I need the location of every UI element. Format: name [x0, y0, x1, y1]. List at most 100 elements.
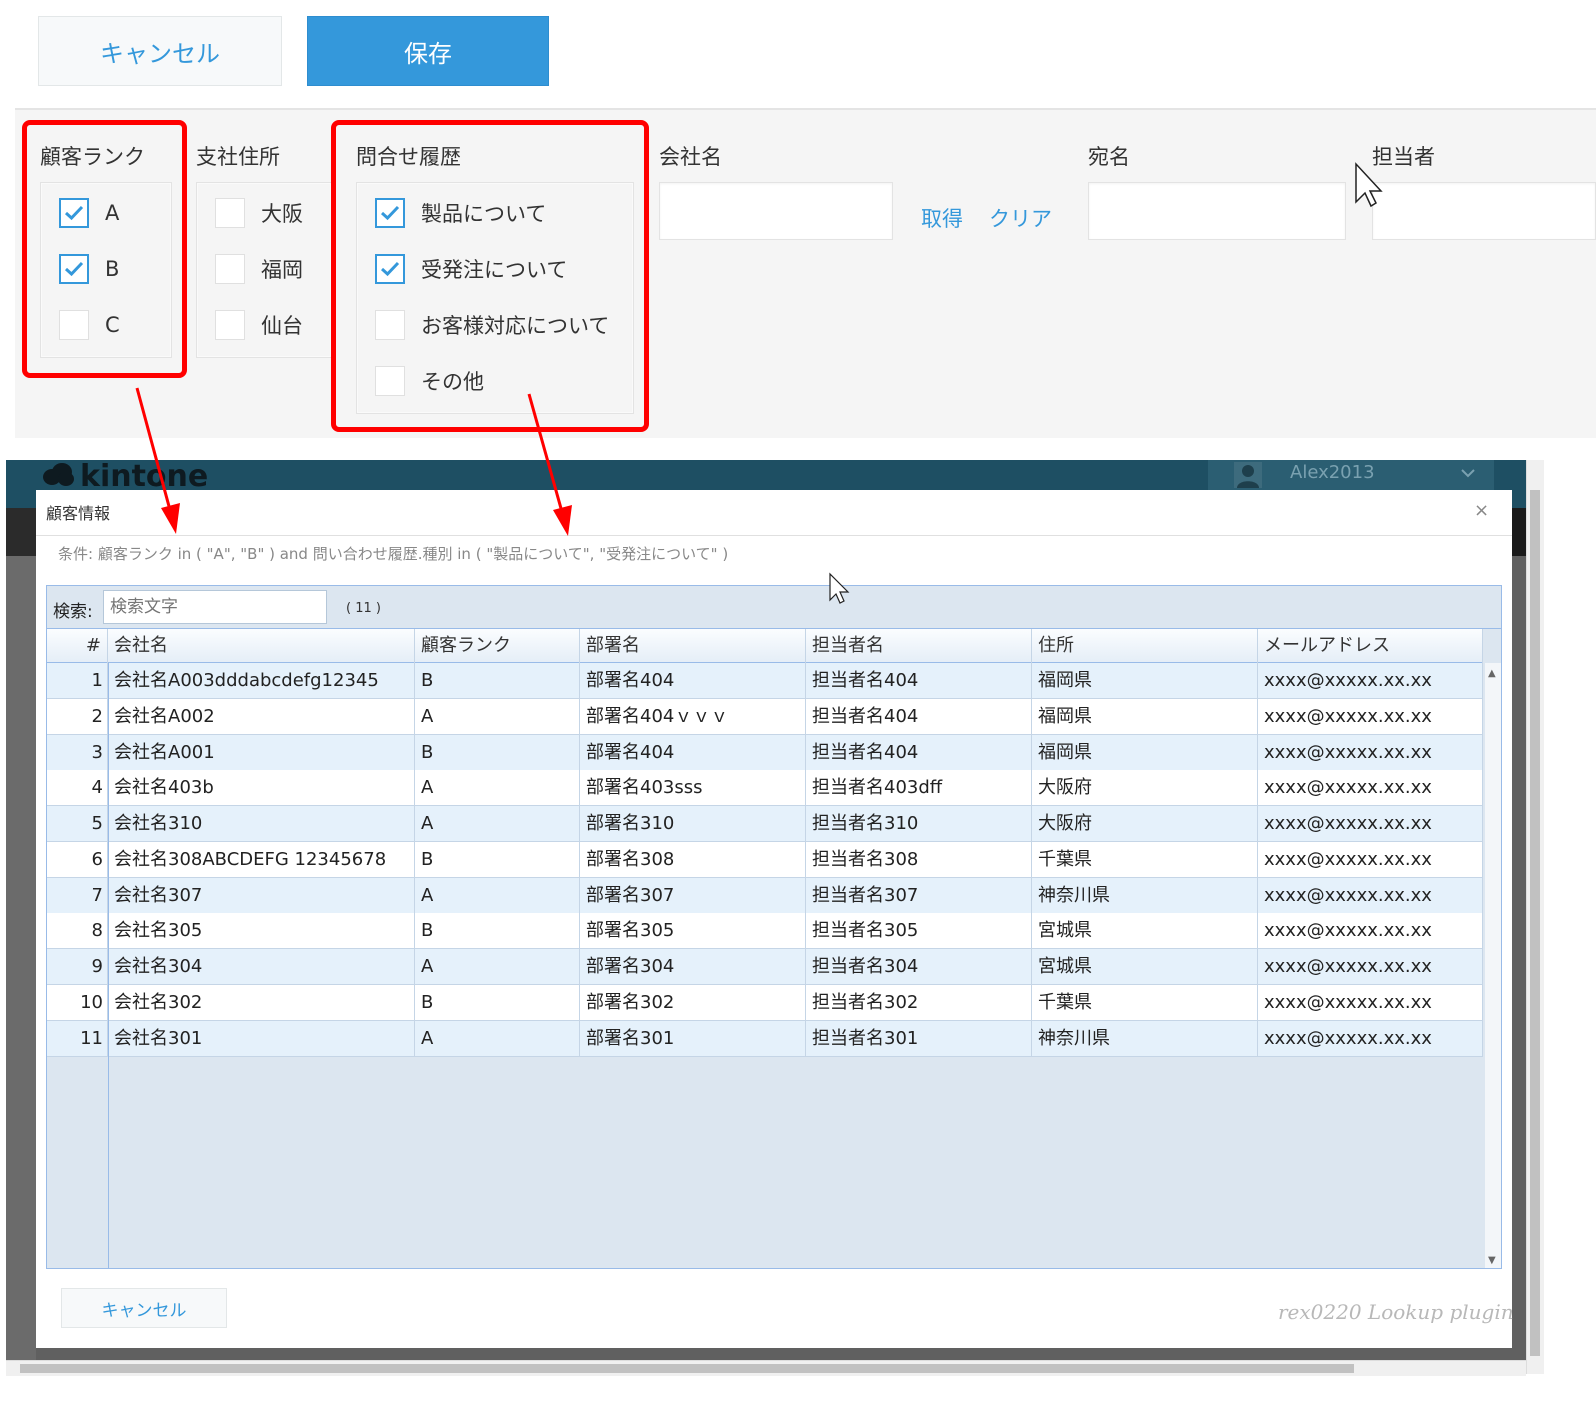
cell-department: 部署名304 — [580, 949, 806, 984]
branch-option-osaka[interactable]: 大阪 — [215, 197, 303, 229]
option-label: 受発注について — [421, 258, 568, 282]
checkbox[interactable] — [215, 310, 245, 340]
cell-email: xxxx@xxxxx.xx.xx — [1258, 984, 1483, 1020]
check-icon — [380, 205, 400, 221]
customer-rank-option-b[interactable]: B — [59, 253, 119, 285]
cell-index: 4 — [47, 770, 108, 806]
company-name-input[interactable] — [659, 182, 893, 240]
cell-rank: A — [415, 698, 580, 734]
app-right-strip — [1512, 508, 1526, 556]
cell-rank: B — [415, 841, 580, 877]
cell-department: 部署名404ｖｖｖ — [580, 698, 806, 734]
cell-index: 5 — [47, 806, 108, 841]
search-input[interactable] — [103, 590, 327, 624]
inquiry-option-other[interactable]: その他 — [375, 365, 484, 397]
checkbox[interactable] — [375, 366, 405, 396]
table-row[interactable]: 11 会社名301 A 部署名301 担当者名301 神奈川県 xxxx@xxxxx.xx.… — [47, 1020, 1483, 1057]
cell-address: 神奈川県 — [1032, 877, 1258, 913]
cell-department: 部署名305 — [580, 913, 806, 949]
table-row[interactable]: 5 会社名310 A 部署名310 担当者名310 大阪府 xxxx@xxxxx.xx.xx — [47, 806, 1483, 842]
clear-link[interactable]: クリア — [989, 203, 1052, 233]
grid-vertical-scrollbar[interactable] — [1484, 663, 1501, 1268]
column-header-company[interactable]: 会社名 — [108, 629, 415, 663]
table-row[interactable]: 1 会社名A003dddabcdefg12345 B 部署名404 担当者名404 福岡県… — [47, 663, 1483, 699]
cell-department: 部署名302 — [580, 984, 806, 1020]
branch-option-fukuoka[interactable]: 福岡 — [215, 253, 303, 285]
checkbox[interactable] — [59, 198, 89, 228]
checkbox[interactable] — [59, 310, 89, 340]
inquiry-option-customer-service[interactable]: お客様対応について — [375, 309, 609, 341]
column-header-index[interactable]: # — [47, 629, 108, 663]
cell-email: xxxx@xxxxx.xx.xx — [1258, 663, 1483, 698]
table-row[interactable]: 10 会社名302 B 部署名302 担当者名302 千葉県 xxxx@xxxxx.xx.x… — [47, 984, 1483, 1021]
cell-department: 部署名301 — [580, 1020, 806, 1056]
customer-rank-option-c[interactable]: C — [59, 309, 120, 341]
cell-email: xxxx@xxxxx.xx.xx — [1258, 770, 1483, 806]
branch-option-sendai[interactable]: 仙台 — [215, 309, 303, 341]
cell-email: xxxx@xxxxx.xx.xx — [1258, 949, 1483, 984]
option-label: 仙台 — [261, 314, 303, 338]
checkbox[interactable] — [375, 198, 405, 228]
cell-rank: B — [415, 913, 580, 949]
page-horizontal-scroll-thumb[interactable] — [20, 1364, 1354, 1373]
option-label: C — [105, 313, 120, 337]
page-vertical-scroll-thumb[interactable] — [1530, 490, 1540, 1356]
table-row[interactable]: 9 会社名304 A 部署名304 担当者名304 宮城県 xxxx@xxxxx.xx.xx — [47, 949, 1483, 985]
table-row[interactable]: 2 会社名A002 A 部署名404ｖｖｖ 担当者名404 福岡県 xxxx@xxxxx.x… — [47, 698, 1483, 735]
cell-rank: A — [415, 949, 580, 984]
table-row[interactable]: 6 会社名308ABCDEFG 12345678 B 部署名308 担当者名308 千葉県… — [47, 841, 1483, 878]
cell-rank: B — [415, 663, 580, 698]
dialog-title: 顧客情報 — [46, 504, 111, 523]
cell-company: 会社名307 — [108, 877, 415, 913]
person-in-charge-input[interactable] — [1372, 182, 1596, 240]
user-name: Alex2013 — [1290, 462, 1375, 483]
checkbox[interactable] — [375, 254, 405, 284]
table-row[interactable]: 3 会社名A001 B 部署名404 担当者名404 福岡県 xxxx@xxxxx.xx.x… — [47, 734, 1483, 771]
column-header-department[interactable]: 部署名 — [580, 629, 806, 663]
user-avatar-icon — [1234, 462, 1262, 488]
plugin-credit: rex0220 Lookup plugin — [1278, 1300, 1514, 1324]
branch-address-label: 支社住所 — [196, 145, 280, 169]
column-header-email[interactable]: メールアドレス — [1258, 629, 1483, 663]
table-row[interactable]: 8 会社名305 B 部署名305 担当者名305 宮城県 xxxx@xxxxx.xx.xx — [47, 913, 1483, 950]
checkbox[interactable] — [59, 254, 89, 284]
dialog-close-button[interactable]: × — [1474, 500, 1489, 521]
option-label: 大阪 — [261, 202, 303, 226]
cell-company: 会社名A003dddabcdefg12345 — [108, 663, 415, 698]
cell-company: 会社名302 — [108, 984, 415, 1020]
customer-rank-option-a[interactable]: A — [59, 197, 119, 229]
grid-header-row: # 会社名 顧客ランク 部署名 担当者名 住所 メールアドレス — [47, 629, 1483, 663]
cell-person: 担当者名403dff — [806, 770, 1032, 806]
cell-person: 担当者名404 — [806, 663, 1032, 698]
query-condition-text: 条件: 顧客ランク in ( "A", "B" ) and 問い合わせ履歴.種別… — [58, 545, 729, 563]
option-label: お客様対応について — [421, 314, 610, 338]
dialog-cancel-button[interactable]: キャンセル — [61, 1288, 227, 1328]
check-icon — [380, 261, 400, 277]
column-header-person[interactable]: 担当者名 — [806, 629, 1032, 663]
cell-index: 11 — [47, 1020, 108, 1056]
result-count: ( 11 ) — [346, 601, 381, 616]
scroll-down-icon[interactable]: ▼ — [1488, 1255, 1496, 1266]
table-row[interactable]: 4 会社名403b A 部署名403sss 担当者名403dff 大阪府 xxxx@xxxx… — [47, 770, 1483, 807]
checkbox[interactable] — [215, 198, 245, 228]
inquiry-option-orders[interactable]: 受発注について — [375, 253, 567, 285]
column-header-rank[interactable]: 顧客ランク — [415, 629, 580, 663]
cell-rank: B — [415, 734, 580, 770]
checkbox[interactable] — [375, 310, 405, 340]
cell-person: 担当者名310 — [806, 806, 1032, 841]
fetch-link[interactable]: 取得 — [921, 203, 963, 233]
table-row[interactable]: 7 会社名307 A 部署名307 担当者名307 神奈川県 xxxx@xxxxx.xx.x… — [47, 877, 1483, 914]
cell-company: 会社名A002 — [108, 698, 415, 734]
save-button[interactable]: 保存 — [307, 16, 549, 86]
cancel-button[interactable]: キャンセル — [38, 16, 282, 86]
checkbox[interactable] — [215, 254, 245, 284]
cell-company: 会社名301 — [108, 1020, 415, 1056]
cell-rank: A — [415, 877, 580, 913]
cell-email: xxxx@xxxxx.xx.xx — [1258, 806, 1483, 841]
addressee-input[interactable] — [1088, 182, 1346, 240]
option-label: A — [105, 201, 120, 225]
inquiry-option-product[interactable]: 製品について — [375, 197, 546, 229]
scroll-up-icon[interactable]: ▲ — [1488, 668, 1496, 679]
option-label: 福岡 — [261, 258, 303, 282]
column-header-address[interactable]: 住所 — [1032, 629, 1258, 663]
